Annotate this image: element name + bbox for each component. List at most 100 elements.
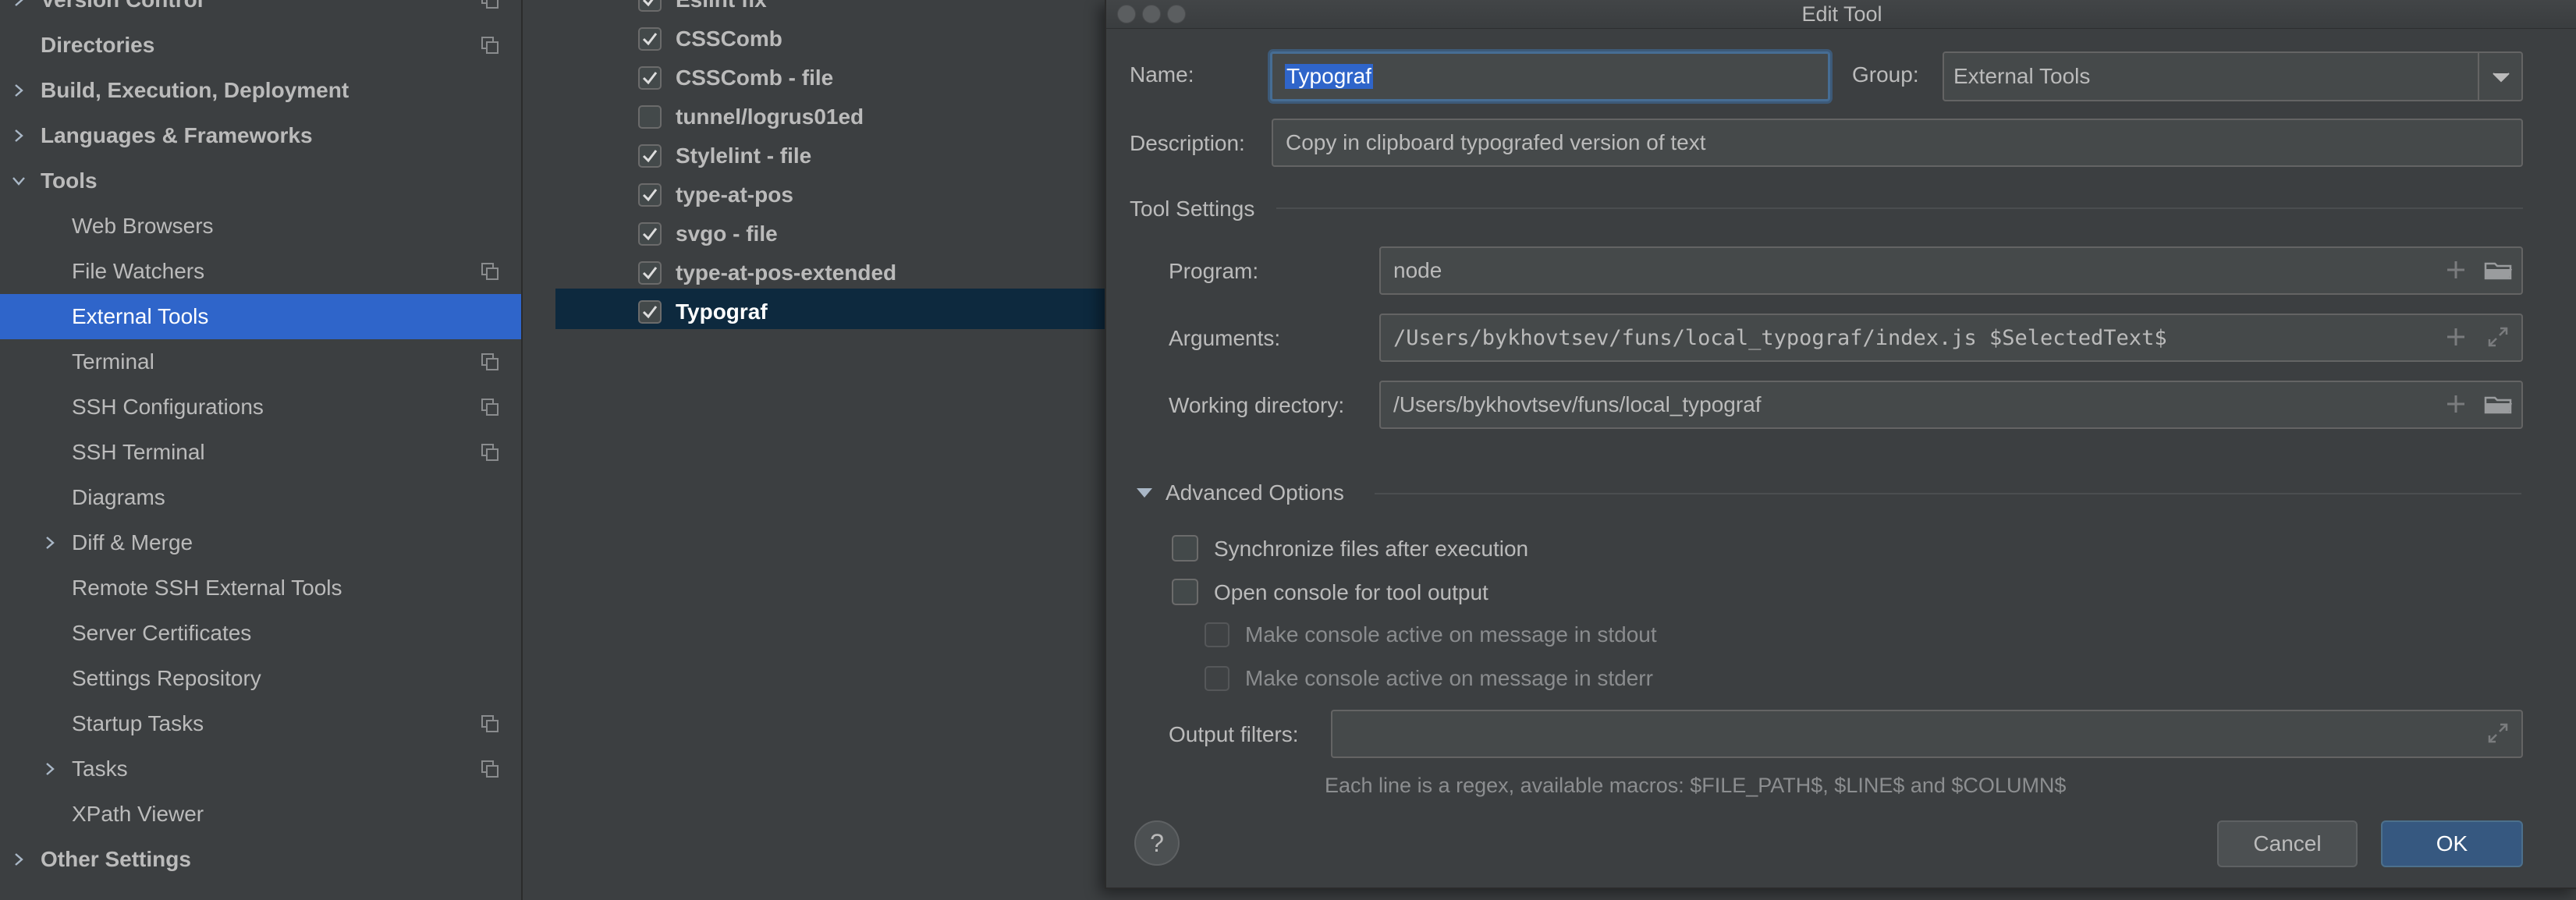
group-combobox[interactable]: External Tools [1943, 51, 2523, 101]
chevron-right-icon[interactable] [42, 761, 58, 777]
ok-button[interactable]: OK [2381, 820, 2523, 867]
sidebar-item[interactable]: External Tools [0, 294, 521, 339]
program-label: Program: [1169, 259, 1259, 283]
tool-list-item[interactable]: Stylelint - file [638, 136, 811, 175]
sidebar-item[interactable]: Diagrams [0, 475, 521, 520]
arguments-input[interactable]: /Users/bykhovtsev/funs/local_typograf/in… [1379, 314, 2523, 362]
tool-enabled-checkbox[interactable] [638, 261, 662, 285]
tool-list-item-label: Eslint fix [676, 0, 767, 12]
sidebar-item[interactable]: Build, Execution, Deployment [0, 68, 521, 113]
console-stderr-label: Make console active on message in stderr [1245, 666, 1653, 690]
sidebar-item[interactable]: Tools [0, 158, 521, 204]
program-input-value: node [1393, 258, 1442, 282]
group-combobox-value: External Tools [1953, 64, 2091, 88]
tool-enabled-checkbox[interactable] [638, 27, 662, 51]
working-directory-input[interactable]: /Users/bykhovtsev/funs/local_typograf [1379, 381, 2523, 429]
expand-icon[interactable] [2487, 326, 2509, 348]
open-console-checkbox[interactable] [1172, 579, 1198, 605]
help-button[interactable]: ? [1134, 820, 1180, 866]
group-label: Group: [1852, 62, 1919, 87]
project-level-icon [481, 715, 499, 732]
sidebar-item[interactable]: Directories [0, 23, 521, 68]
sidebar-item-label: Server Certificates [72, 621, 252, 645]
tool-enabled-checkbox[interactable] [638, 183, 662, 207]
sidebar-item[interactable]: Terminal [0, 339, 521, 384]
tool-list-item-label: CSSComb - file [676, 66, 834, 90]
chevron-right-icon[interactable] [42, 535, 58, 551]
chevron-right-icon[interactable] [11, 0, 27, 8]
chevron-right-icon[interactable] [11, 83, 27, 98]
output-filters-hint: Each line is a regex, available macros: … [1325, 774, 2067, 797]
tool-list-item[interactable]: type-at-pos-extended [638, 253, 896, 292]
sidebar-item-label: Build, Execution, Deployment [41, 78, 349, 102]
tool-enabled-checkbox[interactable] [638, 144, 662, 168]
sidebar-item[interactable]: Server Certificates [0, 611, 521, 656]
sidebar-item[interactable]: Startup Tasks [0, 701, 521, 746]
console-stderr-checkbox[interactable] [1205, 666, 1229, 691]
project-level-icon [481, 399, 499, 416]
collapse-triangle-icon[interactable] [1136, 487, 1153, 499]
checkmark-icon [642, 72, 658, 85]
sidebar-item-label: Web Browsers [72, 214, 214, 238]
browse-folder-icon[interactable] [2484, 259, 2514, 281]
cancel-button[interactable]: Cancel [2217, 820, 2358, 867]
tool-list-item-label: tunnel/logrus01ed [676, 105, 864, 129]
tool-list-item[interactable]: svgo - file [638, 214, 778, 253]
name-label: Name: [1130, 62, 1194, 87]
arguments-input-value: /Users/bykhovtsev/funs/local_typograf/in… [1393, 325, 2167, 350]
sidebar-item[interactable]: Version Control [0, 0, 521, 23]
sidebar-item-label: Diagrams [72, 485, 165, 509]
console-stdout-label: Make console active on message in stdout [1245, 622, 1657, 647]
sidebar-item[interactable]: Tasks [0, 746, 521, 792]
tool-list-item[interactable]: Eslint fix [638, 0, 767, 19]
checkmark-icon [642, 189, 658, 202]
insert-macro-plus-icon[interactable] [2445, 393, 2467, 415]
sidebar-item[interactable]: XPath Viewer [0, 792, 521, 837]
sidebar-item-label: File Watchers [72, 259, 205, 283]
tool-list-item[interactable]: Typograf [638, 292, 768, 331]
sidebar-item[interactable]: Settings Repository [0, 656, 521, 701]
tool-list-item[interactable]: tunnel/logrus01ed [638, 97, 864, 136]
sidebar-item-label: Startup Tasks [72, 711, 204, 735]
tool-enabled-checkbox[interactable] [638, 222, 662, 246]
sidebar-item[interactable]: SSH Configurations [0, 384, 521, 430]
insert-macro-plus-icon[interactable] [2445, 259, 2467, 281]
sidebar-item[interactable]: Diff & Merge [0, 520, 521, 565]
synchronize-files-label: Synchronize files after execution [1214, 537, 1529, 561]
sidebar-item[interactable]: Languages & Frameworks [0, 113, 521, 158]
tool-enabled-checkbox[interactable] [638, 300, 662, 324]
tool-list-item[interactable]: CSSComb [638, 19, 782, 58]
sidebar-item[interactable]: Other Settings [0, 837, 521, 882]
name-input-value: Typograf [1285, 64, 1373, 89]
project-level-icon [481, 0, 499, 9]
tool-list-item[interactable]: CSSComb - file [638, 58, 833, 97]
checkmark-icon [642, 33, 658, 46]
sidebar-item[interactable]: Remote SSH External Tools [0, 565, 521, 611]
tool-enabled-checkbox[interactable] [638, 105, 662, 129]
chevron-right-icon[interactable] [11, 128, 27, 144]
group-dropdown-button[interactable] [2478, 53, 2523, 101]
browse-folder-icon[interactable] [2484, 393, 2514, 415]
sidebar-item[interactable]: File Watchers [0, 249, 521, 294]
tool-list-item[interactable]: type-at-pos [638, 175, 793, 214]
sidebar-item[interactable]: Web Browsers [0, 204, 521, 249]
sidebar-item[interactable]: SSH Terminal [0, 430, 521, 475]
description-input-value: Copy in clipboard typografed version of … [1286, 130, 1706, 154]
chevron-down-icon[interactable] [11, 173, 27, 189]
output-filters-input[interactable] [1331, 710, 2523, 758]
sidebar-item-label: Version Control [41, 0, 203, 12]
project-level-icon [481, 444, 499, 461]
chevron-down-icon [2493, 73, 2510, 83]
program-input[interactable]: node [1379, 246, 2523, 295]
expand-icon[interactable] [2487, 722, 2509, 744]
console-stdout-checkbox[interactable] [1205, 622, 1229, 647]
synchronize-files-checkbox[interactable] [1172, 535, 1198, 562]
advanced-options-title[interactable]: Advanced Options [1166, 480, 1344, 505]
tool-enabled-checkbox[interactable] [638, 66, 662, 90]
project-level-icon [481, 760, 499, 778]
chevron-right-icon[interactable] [11, 852, 27, 867]
name-input[interactable]: Typograf [1270, 51, 1830, 101]
description-input[interactable]: Copy in clipboard typografed version of … [1272, 119, 2523, 167]
tool-enabled-checkbox[interactable] [638, 0, 662, 12]
insert-macro-plus-icon[interactable] [2445, 326, 2467, 348]
